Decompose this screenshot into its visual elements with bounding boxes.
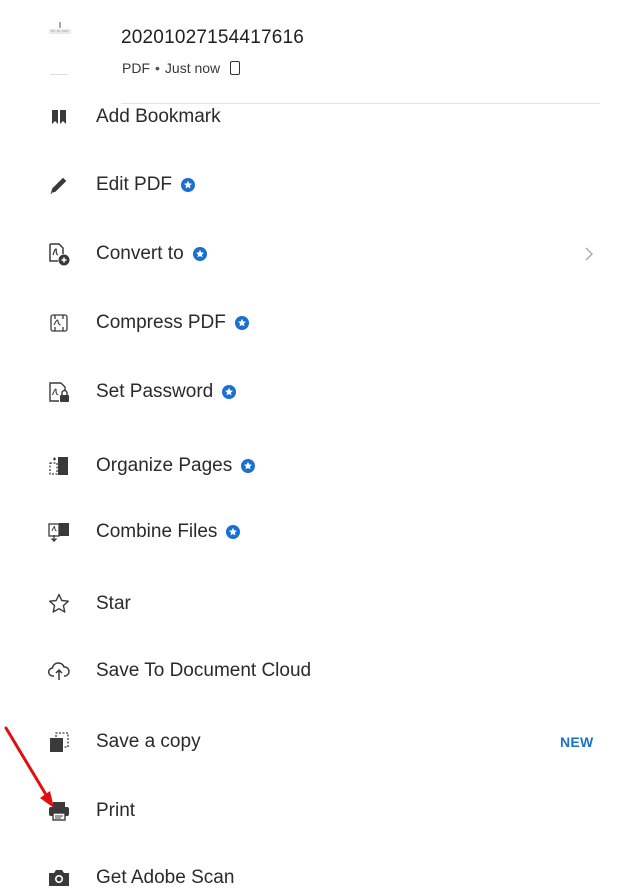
premium-badge-icon (234, 316, 249, 330)
menu-item-star[interactable]: Star (0, 579, 617, 629)
cloud-upload-icon (47, 659, 71, 683)
organize-pages-icon (47, 454, 71, 478)
menu-item-label: Save To Document Cloud (96, 660, 312, 681)
bookmark-icon (47, 105, 71, 129)
star-icon (47, 592, 71, 616)
annotation-arrow-icon (4, 726, 54, 808)
new-badge: NEW (560, 734, 594, 750)
file-info-header: 20201027154417616 PDF • Just now (0, 0, 617, 103)
menu-item-label: Add Bookmark (96, 106, 221, 127)
combine-files-icon (47, 520, 71, 544)
more-options-panel: Add Bookmark Edit PDF Convert to Compres… (0, 0, 617, 891)
menu-item-combine-files[interactable]: Combine Files (0, 507, 617, 557)
premium-badge-icon (241, 459, 256, 473)
menu-item-label: Organize Pages (96, 455, 233, 476)
camera-icon (47, 866, 71, 890)
menu-item-label: Star (96, 593, 131, 614)
lock-document-icon (47, 380, 71, 404)
menu-item-label: Print (96, 800, 136, 821)
premium-badge-icon (226, 525, 241, 539)
menu-item-edit-pdf[interactable]: Edit PDF (0, 160, 617, 210)
header-divider (121, 103, 600, 104)
menu-item-label: Convert to (96, 243, 184, 264)
menu-item-compress-pdf[interactable]: Compress PDF (0, 298, 617, 348)
menu-item-save-to-document-cloud[interactable]: Save To Document Cloud (0, 646, 617, 696)
menu-item-label: Get Adobe Scan (96, 867, 235, 888)
file-meta: PDF • Just now (122, 60, 241, 76)
menu-item-set-password[interactable]: Set Password (0, 367, 617, 417)
menu-item-label: Save a copy (96, 731, 201, 752)
menu-item-save-a-copy[interactable]: Save a copy NEW (0, 717, 617, 767)
menu-item-label: Compress PDF (96, 312, 226, 333)
menu-item-convert-to[interactable]: Convert to (0, 229, 617, 279)
menu-item-get-adobe-scan[interactable]: Get Adobe Scan (0, 853, 617, 891)
chevron-right-icon (585, 247, 593, 261)
options-menu: Add Bookmark Edit PDF Convert to Compres… (0, 0, 617, 891)
file-time: Just now (164, 60, 221, 76)
menu-item-label: Set Password (96, 381, 214, 402)
premium-badge-icon (181, 178, 196, 192)
menu-item-print[interactable]: Print (0, 786, 617, 836)
file-name: 20201027154417616 (121, 27, 305, 48)
menu-item-organize-pages[interactable]: Organize Pages (0, 441, 617, 491)
premium-badge-icon (222, 385, 237, 399)
file-type: PDF (122, 60, 150, 76)
menu-item-label: Edit PDF (96, 174, 173, 195)
device-phone-icon (230, 61, 241, 75)
file-thumbnail (48, 22, 72, 80)
compress-icon (47, 311, 71, 335)
convert-icon (47, 242, 71, 266)
menu-item-label: Combine Files (96, 521, 218, 542)
pencil-icon (47, 173, 71, 197)
premium-badge-icon (192, 247, 207, 261)
meta-separator: • (155, 60, 160, 76)
